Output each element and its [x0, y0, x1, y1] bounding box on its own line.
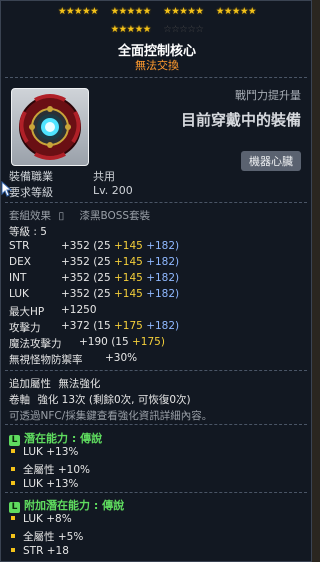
star-group: ★★★★★	[110, 24, 152, 35]
divider	[5, 492, 307, 493]
lock-icon: ▯	[58, 210, 65, 222]
stat-name: LUK	[9, 288, 29, 300]
divider	[5, 370, 307, 371]
set-name: 漆黑BOSS套裝	[79, 210, 151, 222]
item-icon-frame	[11, 88, 89, 166]
star-group: ★★★★★	[58, 6, 99, 17]
stat-name: STR	[9, 240, 30, 252]
set-effect-label: 套組效果	[9, 210, 51, 222]
potential-line: LUK +13%	[9, 446, 78, 458]
divider	[5, 202, 307, 203]
star-group: ★★★★★	[215, 6, 257, 17]
stat-name: INT	[9, 272, 27, 284]
stat-line-attack: 攻擊力 +372 (15 +175 +182)	[9, 320, 180, 334]
divider	[5, 424, 307, 425]
bonus-potential-line: 全屬性 +5%	[9, 529, 83, 544]
star-force-row-2: ★★★★★ ☆☆☆☆☆	[1, 24, 313, 35]
stat-line-dex: DEX +352 (25 +145 +182)	[9, 256, 179, 268]
stat-values: +352 (25 +145 +182)	[61, 240, 180, 252]
star-force-row-1: ★★★★★ ★★★★★ ★★★★★ ★★★★★	[1, 6, 313, 17]
legendary-grade-icon: L	[9, 502, 20, 513]
mouse-cursor-icon	[1, 181, 13, 197]
stat-values: +352 (25 +145 +182)	[61, 288, 180, 300]
stat-line-magic-attack: 魔法攻擊力 +190 (15 +175)	[9, 336, 165, 350]
stat-line-str: STR +352 (25 +145 +182)	[9, 240, 179, 252]
job-label: 裝備職業	[9, 170, 53, 183]
set-effect-row: 套組效果 ▯ 漆黑BOSS套裝	[9, 208, 150, 223]
star-group: ★★★★★	[110, 6, 152, 17]
legendary-grade-icon: L	[9, 435, 20, 446]
potential-header: L 潛在能力 : 傳說	[9, 430, 102, 446]
bonus-potential-line: STR +18	[9, 545, 69, 557]
enhance-hint: 可透過NFC/採集鍵查看強化資訊詳細內容。	[9, 410, 213, 422]
extra-attr-row: 追加屬性 無法強化	[9, 378, 101, 390]
level-row: 要求等級 Lv. 200	[9, 184, 133, 200]
star-grade: 等級 : 5	[9, 226, 47, 238]
star-group-empty: ☆☆☆☆☆	[163, 24, 204, 35]
item-tooltip: ★★★★★ ★★★★★ ★★★★★ ★★★★★ ★★★★★ ☆☆☆☆☆ 全面控制…	[0, 0, 312, 562]
star-group: ★★★★★	[163, 6, 204, 17]
bonus-potential-header: L 附加潛在能力 : 傳說	[9, 497, 124, 513]
stat-values: +352 (25 +145 +182)	[61, 272, 180, 284]
stat-line-hp: 最大HP +1250	[9, 304, 97, 318]
level-label: 要求等級	[9, 186, 53, 199]
category-badge: 機器心臟	[241, 151, 301, 171]
stat-line-luk: LUK +352 (25 +145 +182)	[9, 288, 179, 300]
level-value: Lv. 200	[93, 184, 133, 197]
divider	[5, 77, 307, 78]
stat-line-ied: 無視怪物防禦率 +30%	[9, 352, 138, 366]
combat-power-value: 目前穿戴中的裝備	[180, 111, 301, 129]
potential-line: LUK +13%	[9, 478, 78, 490]
trade-status: 無法交換	[135, 59, 179, 72]
job-row: 裝備職業 共用	[9, 168, 115, 184]
stat-values: +352 (25 +145 +182)	[61, 256, 180, 268]
job-value: 共用	[93, 170, 115, 183]
stat-name: DEX	[9, 256, 31, 268]
scroll-row: 卷軸 強化 13次 (剩餘0次, 可恢復0次)	[9, 394, 191, 406]
combat-power-label: 戰鬥力提升量	[235, 89, 301, 102]
control-core-heart-icon	[19, 94, 81, 160]
bonus-potential-line: LUK +8%	[9, 513, 72, 525]
potential-line: 全屬性 +10%	[9, 462, 90, 477]
stat-line-int: INT +352 (25 +145 +182)	[9, 272, 179, 284]
